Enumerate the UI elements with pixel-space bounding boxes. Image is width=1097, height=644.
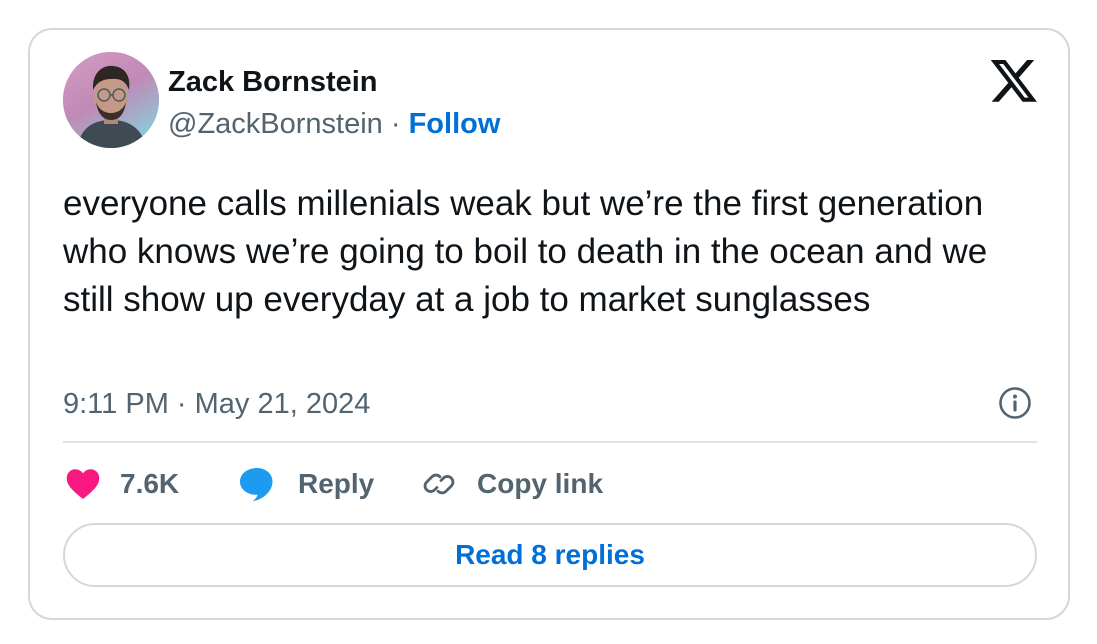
author-name[interactable]: Zack Bornstein [168,64,378,100]
read-replies-button[interactable]: Read 8 replies [63,523,1037,587]
tweet-card: Zack Bornstein @ZackBornstein · Follow e… [28,28,1070,620]
tweet-text: everyone calls millenials weak but we’re… [63,184,988,319]
divider [63,441,1037,443]
heart-icon [66,469,100,500]
author-handle[interactable]: @ZackBornstein [168,108,383,140]
copy-link-button[interactable]: Copy link [421,466,603,502]
tweet-timestamp[interactable]: 9:11 PM · May 21, 2024 [63,386,370,422]
like-button[interactable]: 7.6K [66,466,179,502]
author-handle-row: @ZackBornstein · Follow [168,106,500,142]
speech-bubble-icon [240,468,273,501]
avatar[interactable] [63,52,159,148]
x-logo-icon[interactable] [990,60,1037,102]
like-count: 7.6K [120,468,180,499]
handle-separator: · [390,108,401,140]
info-icon[interactable] [998,386,1032,420]
reply-label: Reply [298,468,375,499]
follow-button[interactable]: Follow [409,108,501,140]
reply-button[interactable]: Reply [238,466,374,502]
copy-link-label: Copy link [477,468,604,499]
link-icon [423,473,455,495]
avatar-portrait-image [63,52,159,148]
